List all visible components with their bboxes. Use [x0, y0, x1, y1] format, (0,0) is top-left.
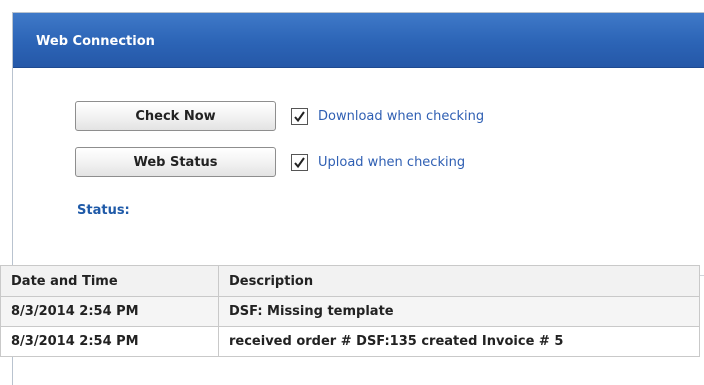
cell-datetime: 8/3/2014 2:54 PM — [0, 296, 219, 327]
log-table: Date and Time Description 8/3/2014 2:54 … — [0, 265, 700, 357]
window-title: Web Connection — [36, 34, 155, 49]
upload-option: Upload when checking — [291, 154, 465, 171]
cell-description: DSF: Missing template — [218, 296, 700, 327]
column-header-datetime[interactable]: Date and Time — [0, 265, 219, 297]
status-label: Status: — [77, 203, 130, 218]
upload-checkbox[interactable] — [291, 154, 308, 171]
cell-description: received order # DSF:135 created Invoice… — [218, 326, 700, 357]
table-header-row: Date and Time Description — [0, 265, 700, 297]
table-row[interactable]: 8/3/2014 2:54 PM received order # DSF:13… — [0, 326, 700, 357]
window-titlebar: Web Connection — [13, 13, 704, 68]
check-now-button[interactable]: Check Now — [75, 101, 276, 131]
checkmark-icon — [294, 111, 305, 123]
column-header-description[interactable]: Description — [218, 265, 700, 297]
upload-checkbox-label[interactable]: Upload when checking — [318, 155, 465, 170]
web-status-button[interactable]: Web Status — [75, 147, 276, 177]
cell-datetime: 8/3/2014 2:54 PM — [0, 326, 219, 357]
download-checkbox-label[interactable]: Download when checking — [318, 109, 484, 124]
table-row[interactable]: 8/3/2014 2:54 PM DSF: Missing template — [0, 296, 700, 327]
download-option: Download when checking — [291, 108, 484, 125]
download-checkbox[interactable] — [291, 108, 308, 125]
checkmark-icon — [294, 157, 305, 169]
controls-panel: Check Now Web Status Download when check… — [13, 68, 704, 276]
